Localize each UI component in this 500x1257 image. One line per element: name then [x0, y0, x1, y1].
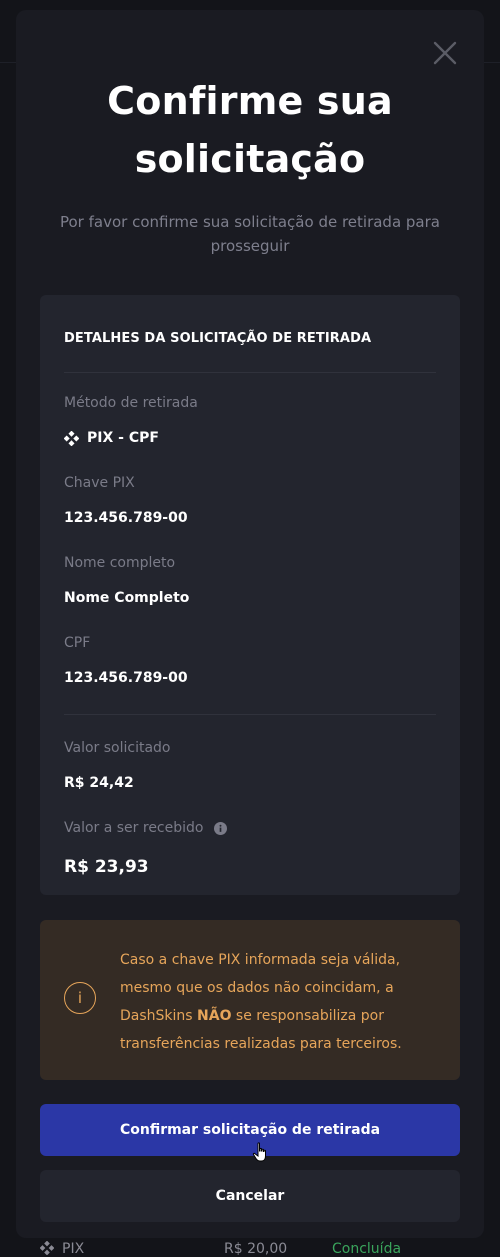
- pix-icon: [64, 430, 79, 446]
- cpf-label: CPF: [64, 635, 91, 651]
- requested-amount-value: R$ 24,42: [64, 775, 134, 791]
- withdrawal-confirm-modal: Confirme sua solicitação Por favor confi…: [16, 10, 484, 1238]
- info-icon[interactable]: [213, 821, 227, 835]
- full-name-value: Nome Completo: [64, 590, 190, 606]
- cpf-value: 123.456.789-00: [64, 670, 188, 686]
- withdrawal-details-card: DETALHES DA SOLICITAÇÃO DE RETIRADA Méto…: [40, 295, 460, 895]
- cancel-button[interactable]: Cancelar: [40, 1170, 460, 1222]
- received-amount-label: Valor a ser recebido: [64, 820, 204, 836]
- hand-pointer-icon: [252, 1142, 266, 1162]
- pix-key-value: 123.456.789-00: [64, 510, 188, 526]
- row-amount: R$ 20,00: [224, 1241, 288, 1257]
- values-divider: [64, 714, 436, 715]
- method-value: PIX - CPF: [64, 430, 159, 446]
- details-heading: DETALHES DA SOLICITAÇÃO DE RETIRADA: [64, 331, 372, 346]
- warning-box: i Caso a chave PIX informada seja válida…: [40, 920, 460, 1080]
- received-amount-value: R$ 23,93: [64, 857, 149, 877]
- modal-title: Confirme sua solicitação: [107, 79, 393, 181]
- received-amount-label-row: Valor a ser recebido: [64, 820, 227, 836]
- full-name-label: Nome completo: [64, 555, 176, 571]
- method-value-text: PIX - CPF: [87, 430, 159, 446]
- row-status: Concluída: [332, 1241, 402, 1257]
- warning-emphasis: NÃO: [197, 1008, 232, 1024]
- modal-subtitle: Por favor confirme sua solicitação de re…: [59, 213, 440, 255]
- confirm-withdrawal-button[interactable]: Confirmar solicitação de retirada: [40, 1104, 460, 1156]
- details-divider: [64, 372, 436, 373]
- close-icon: [433, 41, 457, 65]
- requested-amount-label: Valor solicitado: [64, 740, 171, 756]
- warning-text: Caso a chave PIX informada seja válida, …: [120, 952, 402, 1052]
- info-icon: i: [64, 982, 96, 1014]
- row-method: PIX: [62, 1241, 85, 1257]
- pix-icon: [40, 1241, 54, 1255]
- method-label: Método de retirada: [64, 395, 198, 411]
- close-button[interactable]: [430, 38, 460, 68]
- pix-key-label: Chave PIX: [64, 475, 135, 491]
